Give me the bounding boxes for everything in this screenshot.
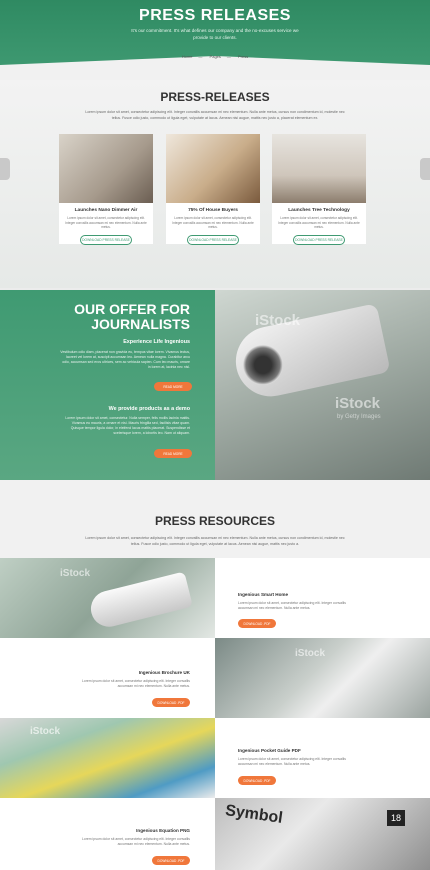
interior-image xyxy=(272,134,366,203)
offer-block2-title: We provide products as a demo xyxy=(108,406,190,412)
resource-text: Lorem ipsum dolor sit amet, consectetur … xyxy=(238,601,346,610)
resource-title: Ingenious Brochure UK xyxy=(138,670,190,675)
camera-image: iStock iStock by Getty Images iStock xyxy=(215,290,430,495)
istock-watermark: iStock xyxy=(295,648,326,659)
download-press-release-button[interactable]: DOWNLOAD PRESS RELEASE xyxy=(293,234,345,245)
istock-watermark: iStock xyxy=(255,312,301,329)
download-pdf-button[interactable]: DOWNLOAD .PDF xyxy=(152,698,190,707)
camera-body xyxy=(87,571,193,631)
breadcrumb-press: Press xyxy=(238,54,249,59)
press-card: Launches Nano Dimmer Air Lorem ipsum dol… xyxy=(59,134,153,245)
offer-block1-title: Experience Life Ingenious xyxy=(123,339,190,345)
resource-text: Lorem ipsum dolor sit amet, consectetur … xyxy=(82,679,190,688)
download-press-release-button[interactable]: DOWNLOAD PRESS RELEASE xyxy=(80,234,132,245)
book-label: Symbol xyxy=(224,802,284,827)
istock-watermark: iStock xyxy=(30,726,61,737)
resource-row: iStock Ingenious Smart Home Lorem ipsum … xyxy=(0,558,430,638)
download-pdf-button[interactable]: DOWNLOAD .PDF xyxy=(238,619,276,628)
book-image: Symbol 18 xyxy=(215,798,430,870)
resource-text: Lorem ipsum dolor sit amet, consectetur … xyxy=(238,757,346,766)
resource-title: Ingenious Pocket Guide PDF xyxy=(238,748,301,753)
resource-text: Lorem ipsum dolor sit amet, consectetur … xyxy=(82,837,190,846)
istock-watermark: iStock xyxy=(60,568,91,579)
resource-row: iStock Ingenious Pocket Guide PDF Lorem … xyxy=(0,718,430,798)
offer-block1-text: Vestibulum odio diam, placerat non gravi… xyxy=(60,350,190,369)
breadcrumb: Home — Pages — Press xyxy=(181,54,249,59)
camera-lens xyxy=(243,345,283,385)
card-text: Lorem ipsum dolor sit amet, consectetur … xyxy=(278,216,360,230)
press-resources-title: PRESS RESOURCES xyxy=(154,514,276,528)
press-card: 75% Of House Buyers Lorem ipsum dolor si… xyxy=(166,134,260,245)
magazines-image: iStock xyxy=(0,718,215,798)
resource-title: Ingenious Equation PNG xyxy=(136,828,190,833)
house-image xyxy=(166,134,260,203)
offer-title-line2: JOURNALISTS xyxy=(91,316,190,332)
download-press-release-button[interactable]: DOWNLOAD PRESS RELEASE xyxy=(187,234,239,245)
page-title: PRESS RELEASES xyxy=(139,7,291,24)
download-pdf-button[interactable]: DOWNLOAD .PDF xyxy=(152,856,190,865)
offer-block2-text: Lorem ipsum dolor sit amet, consectetur.… xyxy=(65,416,190,435)
press-card: Launches Tree Technology Lorem ipsum dol… xyxy=(272,134,366,245)
press-releases-title: PRESS-RELEASES xyxy=(160,90,270,104)
press-releases-intro: Lorem ipsum dolor sit amet, consectetur … xyxy=(85,110,345,120)
hero-subtitle: It's our commitment. It's what defines o… xyxy=(131,28,299,40)
download-pdf-button[interactable]: DOWNLOAD .PDF xyxy=(238,776,276,785)
phone-image xyxy=(59,134,153,203)
camera-resource-image: iStock xyxy=(0,558,215,638)
istock-watermark: iStock xyxy=(335,395,381,412)
offer-title: OUR OFFER FOR JOURNALISTS xyxy=(40,302,190,332)
offer-title-line1: OUR OFFER FOR xyxy=(74,301,190,317)
getty-watermark: by Getty Images xyxy=(337,414,381,420)
resource-title: Ingenious Smart Home xyxy=(238,592,289,597)
resource-row: Ingenious Equation PNG Lorem ipsum dolor… xyxy=(0,798,430,870)
breadcrumb-home[interactable]: Home xyxy=(182,54,193,59)
card-text: Lorem ipsum dolor sit amet, consectetur … xyxy=(172,216,254,230)
read-more-button[interactable]: READ MORE xyxy=(154,382,192,391)
read-more-button[interactable]: READ MORE xyxy=(154,449,192,458)
press-resources-intro: Lorem ipsum dolor sit amet, consectetur … xyxy=(85,536,345,546)
breadcrumb-pages[interactable]: Pages xyxy=(210,54,221,59)
carousel-prev-button[interactable] xyxy=(0,158,10,180)
card-text: Lorem ipsum dolor sit amet, consectetur … xyxy=(65,216,147,230)
page-badge: 18 xyxy=(387,810,405,826)
resource-row: Ingenious Brochure UK Lorem ipsum dolor … xyxy=(0,638,430,718)
carousel-next-button[interactable] xyxy=(420,158,430,180)
brochure-image: iStock xyxy=(215,638,430,718)
